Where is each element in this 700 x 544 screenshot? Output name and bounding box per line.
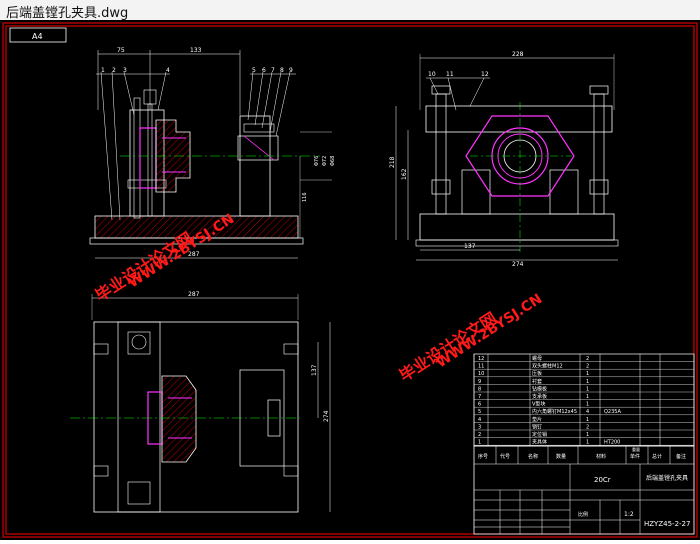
window-title: 后端盖镗孔夹具.dwg [6,6,129,21]
parts-row-name: 销钉 [532,423,542,430]
front-balloon-8: 8 [280,67,284,74]
parts-row-no: 11 [478,364,484,370]
parts-row-name: 钻模板 [532,385,547,392]
side-dim-left-2: 162 [401,168,408,180]
front-balloon-1: 1 [101,67,105,74]
parts-row-qty: 1 [586,379,589,385]
parts-row-qty: 2 [586,424,589,430]
side-dim-bottom-2: 274 [512,261,524,268]
parts-header: 数量 [556,453,566,460]
cad-canvas[interactable]: A4 75 133 1 2 3 4 5 6 7 8 9 Φ76 Φ72 Φ68 … [0,20,700,540]
front-balloon-9: 9 [289,67,293,74]
side-dim-top: 228 [512,51,524,58]
parts-row-name: 衬套 [532,378,542,385]
title-drawing-name: 后端盖镗孔夹具 [646,474,688,482]
parts-row-no: 6 [478,402,481,408]
front-balloon-7: 7 [271,67,275,74]
parts-row-material: HT200 [604,440,620,446]
front-balloon-4: 4 [166,67,170,74]
front-balloon-6: 6 [262,67,266,74]
parts-row-qty: 2 [586,356,589,362]
parts-row-material: Q235A [604,409,621,415]
parts-header: 材料 [596,453,606,460]
front-dim-dia-2: Φ72 [322,156,328,166]
plan-view: 287 137 274 [70,291,331,513]
side-balloon-12: 12 [481,71,489,78]
front-dim-top-1: 75 [117,47,125,54]
parts-row-qty: 2 [586,364,589,370]
front-dim-top-2: 133 [190,47,202,54]
parts-row-no: 4 [478,417,481,423]
front-dim-height: 116 [302,192,308,202]
parts-row-name: 双头螺柱M12 [532,363,563,370]
parts-row-name: 压板 [532,370,542,377]
front-dim-dia-3: Φ68 [330,156,336,166]
side-balloon-10: 10 [428,71,436,78]
parts-row-name: 夹具体 [532,439,547,446]
front-balloon-2: 2 [112,67,116,74]
parts-row-qty: 1 [586,371,589,377]
parts-row-qty: 1 [586,402,589,408]
parts-header: 序号 [478,453,488,460]
parts-row-qty: 1 [586,386,589,392]
parts-header: 备注 [676,453,686,460]
side-view: 228 10 11 12 218 162 137 274 [389,51,619,268]
side-dim-left-1: 218 [389,156,396,168]
parts-row-no: 10 [478,371,484,377]
title-block: 序号 代号 名称 数量 材料 单件 总计 备注 重量 20Cr 后端盖镗孔夹具 比例 1:2 H… [473,445,695,535]
parts-row-no: 1 [478,440,481,446]
parts-row-qty: 1 [586,432,589,438]
parts-row-name: 定位销 [532,431,547,438]
front-dim-dia-1: Φ76 [314,156,320,166]
parts-row-no: 9 [478,379,481,385]
front-balloon-3: 3 [123,67,127,74]
plan-dim-right-2: 274 [323,410,330,422]
parts-header: 单件 [630,453,640,460]
watermark-text-2b: WWW.2BYSJ.CN [433,291,545,371]
parts-row-name: 内六角螺钉M12x45 [532,408,577,415]
parts-header: 总计 [652,453,662,460]
plan-dim-right-1: 137 [311,364,318,376]
parts-row-no: 12 [478,356,484,362]
window-titlebar: 后端盖镗孔夹具.dwg [0,0,700,21]
parts-row-name: 支承板 [532,393,547,400]
parts-row-no: 3 [478,424,481,430]
parts-row-no: 2 [478,432,481,438]
parts-row-qty: 1 [586,440,589,446]
parts-header: 代号 [500,453,510,460]
parts-weight-header: 重量 [632,446,640,452]
parts-row-qty: 4 [586,409,589,415]
size-tag: A4 [32,32,43,41]
parts-row-qty: 1 [586,417,589,423]
parts-row-no: 8 [478,386,481,392]
drawing-svg: A4 75 133 1 2 3 4 5 6 7 8 9 Φ76 Φ72 Φ68 … [2,22,698,538]
parts-row-qty: 1 [586,394,589,400]
parts-header: 名称 [528,453,538,460]
side-balloon-11: 11 [446,71,454,78]
title-drawing-no: HZYZ45-2-27 [644,520,690,528]
title-material: 20Cr [594,476,611,484]
side-dim-bottom-1: 137 [464,243,476,250]
parts-row-name: 螺母 [532,355,542,362]
watermark-text-2a: 毕业设计论文网 [396,308,500,385]
title-scale-label: 比例 [578,511,588,518]
parts-row-name: 垫片 [532,416,542,423]
plan-dim-top: 287 [188,291,200,298]
front-balloon-5: 5 [252,67,256,74]
parts-row-no: 5 [478,409,481,415]
title-scale: 1:2 [624,511,634,518]
parts-row-no: 7 [478,394,481,400]
parts-row-name: V型块 [532,401,545,408]
parts-list: 12 螺母 211 双头螺柱M12 210 压板 19 衬套 18 钻模板 17 支承板 16 V型块 15… [473,353,695,447]
